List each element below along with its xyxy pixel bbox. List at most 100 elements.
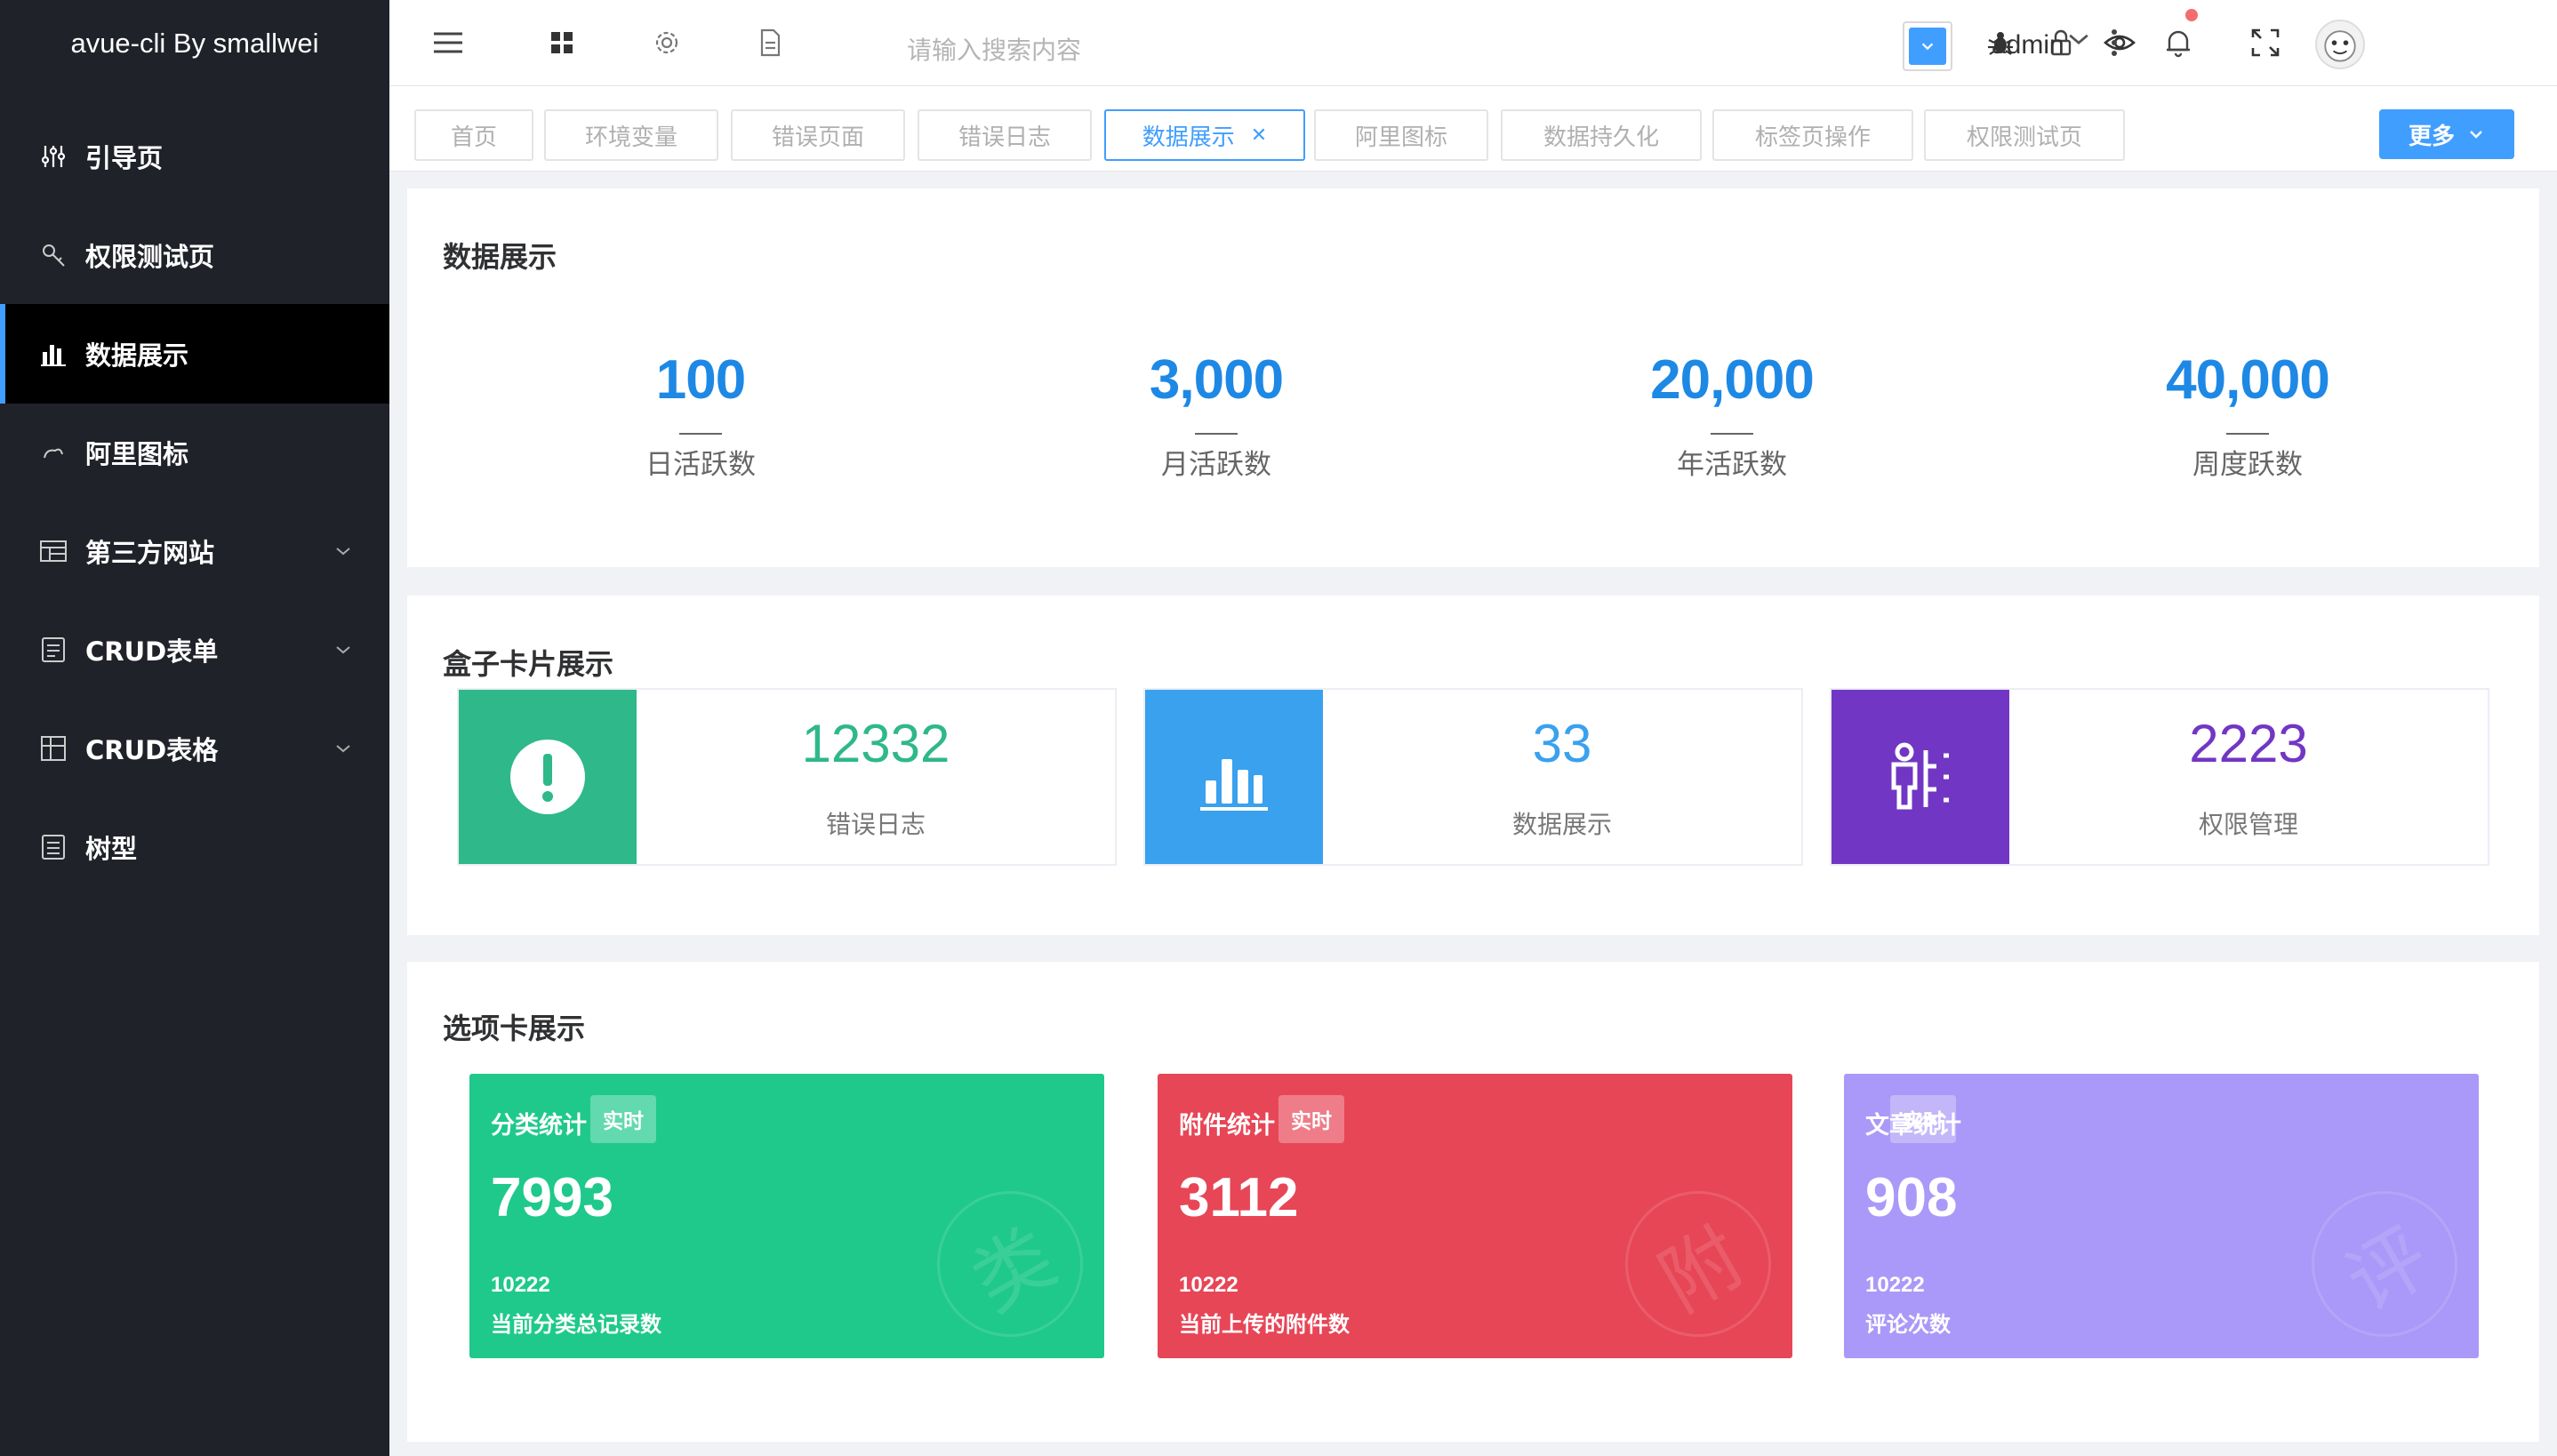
box-label: 数据展示	[1511, 810, 1612, 839]
watermark-icon: 附	[1598, 1164, 1792, 1358]
top-header: admin	[389, 0, 2557, 86]
document-icon[interactable]	[752, 25, 788, 60]
theme-dropdown-button[interactable]	[1903, 21, 1952, 71]
divider	[2226, 433, 2269, 435]
settings-icon[interactable]	[649, 25, 685, 60]
more-vertical-icon[interactable]	[2104, 25, 2125, 60]
realtime-tag: 实时	[1890, 1095, 1956, 1143]
notification-badge	[2185, 9, 2198, 21]
tile-description: 当前上传的附件数	[1179, 1312, 1350, 1337]
box-value: 33	[1532, 714, 1592, 773]
grid-icon	[39, 734, 68, 763]
sidebar-item-tree[interactable]: 树型	[0, 797, 389, 897]
tab-error-log[interactable]: 错误日志	[918, 109, 1092, 161]
tile-sub-value: 10222	[491, 1273, 550, 1297]
app-logo[interactable]: avue-cli By smallwei	[0, 0, 389, 86]
tab-env-vars[interactable]: 环境变量	[544, 109, 718, 161]
tiles-card: 选项卡展示 分类统计 实时 7993 10222 当前分类总记录数 类 附件统计…	[407, 962, 2539, 1442]
box-card-error-log[interactable]: 12332 错误日志	[457, 688, 1117, 866]
sidebar-item-label: CRUD表格	[85, 735, 219, 765]
table-icon	[39, 537, 68, 565]
tile-attachment-stats[interactable]: 附件统计 实时 3112 10222 当前上传的附件数 附	[1158, 1074, 1792, 1358]
tile-sub-value: 10222	[1865, 1273, 1925, 1297]
stat-label: 日活跃数	[645, 449, 756, 481]
sidebar-item-crud-form[interactable]: CRUD表单	[0, 600, 389, 700]
watermark-icon: 类	[910, 1164, 1104, 1358]
tile-value: 7993	[491, 1167, 613, 1228]
chevron-down-icon	[2470, 131, 2482, 139]
box-label: 权限管理	[2198, 810, 2298, 839]
stat-label: 年活跃数	[1677, 449, 1787, 481]
divider	[1711, 433, 1753, 435]
search-input[interactable]	[907, 25, 1316, 75]
avatar[interactable]	[2315, 20, 2365, 69]
sidebar-item-label: 数据展示	[85, 340, 189, 371]
fullscreen-icon[interactable]	[2248, 25, 2283, 60]
sidebar-item-label: CRUD表单	[85, 636, 219, 667]
tile-value: 3112	[1179, 1167, 1299, 1228]
sidebar-item-label: 第三方网站	[85, 538, 215, 568]
tile-category-stats[interactable]: 分类统计 实时 7993 10222 当前分类总记录数 类	[469, 1074, 1104, 1358]
stat-monthly: 3,000 月活跃数	[1038, 348, 1394, 482]
person-icon	[1832, 690, 2009, 864]
tab-permission-test[interactable]: 权限测试页	[1924, 109, 2125, 161]
box-card-data-display[interactable]: 33 数据展示	[1143, 688, 1803, 866]
stat-yearly: 20,000 年活跃数	[1554, 348, 1910, 482]
cloud-icon	[39, 438, 68, 467]
sidebar-item-label: 权限测试页	[85, 242, 215, 272]
user-dropdown-icon[interactable]	[2066, 27, 2091, 52]
sidebar: avue-cli By smallwei 引导页 权限测试页 数据展示 阿里图标…	[0, 0, 389, 1456]
tile-title: 分类统计	[491, 1112, 587, 1140]
apps-grid-icon[interactable]	[544, 25, 580, 60]
box-value: 2223	[2189, 714, 2308, 773]
form-icon	[39, 636, 68, 664]
stat-value: 3,000	[1149, 349, 1284, 411]
close-icon[interactable]: ✕	[1251, 124, 1267, 147]
bar-chart-icon	[1145, 690, 1323, 864]
sidebar-item-permission-test[interactable]: 权限测试页	[0, 205, 389, 305]
box-cards-card: 盒子卡片展示 12332 错误日志 33 数据展示 2223 权限管理	[407, 596, 2539, 935]
username[interactable]: admin	[1992, 30, 2064, 60]
tile-article-stats[interactable]: 文章统计 实时 908 10222 评论次数 评	[1844, 1074, 2479, 1358]
bar-chart-icon	[39, 340, 68, 368]
realtime-tag: 实时	[1278, 1095, 1344, 1143]
sidebar-item-third-party[interactable]: 第三方网站	[0, 501, 389, 601]
divider	[1195, 433, 1238, 435]
sidebar-item-data-display[interactable]: 数据展示	[0, 304, 389, 404]
chevron-down-icon	[336, 646, 350, 654]
stat-value: 20,000	[1650, 349, 1815, 411]
chevron-down-icon	[336, 745, 350, 753]
stat-label: 周度跃数	[2192, 449, 2303, 481]
alert-icon	[459, 690, 637, 864]
card-title: 盒子卡片展示	[443, 647, 614, 681]
sidebar-item-ali-icons[interactable]: 阿里图标	[0, 403, 389, 502]
chevron-down-icon	[336, 548, 350, 556]
sidebar-item-label: 树型	[85, 834, 138, 864]
tab-tab-operations[interactable]: 标签页操作	[1712, 109, 1913, 161]
tab-ali-icons[interactable]: 阿里图标	[1314, 109, 1488, 161]
box-card-permission-mgmt[interactable]: 2223 权限管理	[1830, 688, 2489, 866]
tab-data-display[interactable]: 数据展示 ✕	[1104, 109, 1305, 161]
stat-value: 100	[655, 349, 746, 411]
more-tabs-button[interactable]: 更多	[2379, 109, 2514, 159]
stat-weekly: 40,000 周度跃数	[2070, 348, 2425, 482]
stat-label: 月活跃数	[1161, 449, 1271, 481]
tab-home[interactable]: 首页	[414, 109, 533, 161]
tile-value: 908	[1865, 1167, 1958, 1228]
bell-icon[interactable]	[2160, 25, 2196, 60]
chevron-down-icon	[1909, 28, 1946, 65]
sidebar-item-label: 引导页	[85, 143, 164, 173]
sidebar-item-guide[interactable]: 引导页	[0, 107, 389, 206]
tile-description: 当前分类总记录数	[491, 1312, 661, 1337]
tab-persistence[interactable]: 数据持久化	[1501, 109, 1702, 161]
stat-daily: 100 日活跃数	[523, 348, 878, 482]
data-display-card: 数据展示 100 日活跃数 3,000 月活跃数 20,000 年活跃数 40,…	[407, 188, 2539, 567]
card-title: 选项卡展示	[443, 1012, 586, 1045]
sidebar-item-crud-table[interactable]: CRUD表格	[0, 699, 389, 798]
card-title: 数据展示	[443, 240, 557, 274]
menu-toggle-icon[interactable]	[430, 25, 466, 60]
tile-description: 评论次数	[1865, 1312, 1951, 1337]
tab-error-page[interactable]: 错误页面	[731, 109, 905, 161]
tree-icon	[39, 833, 68, 861]
realtime-tag: 实时	[590, 1095, 656, 1143]
